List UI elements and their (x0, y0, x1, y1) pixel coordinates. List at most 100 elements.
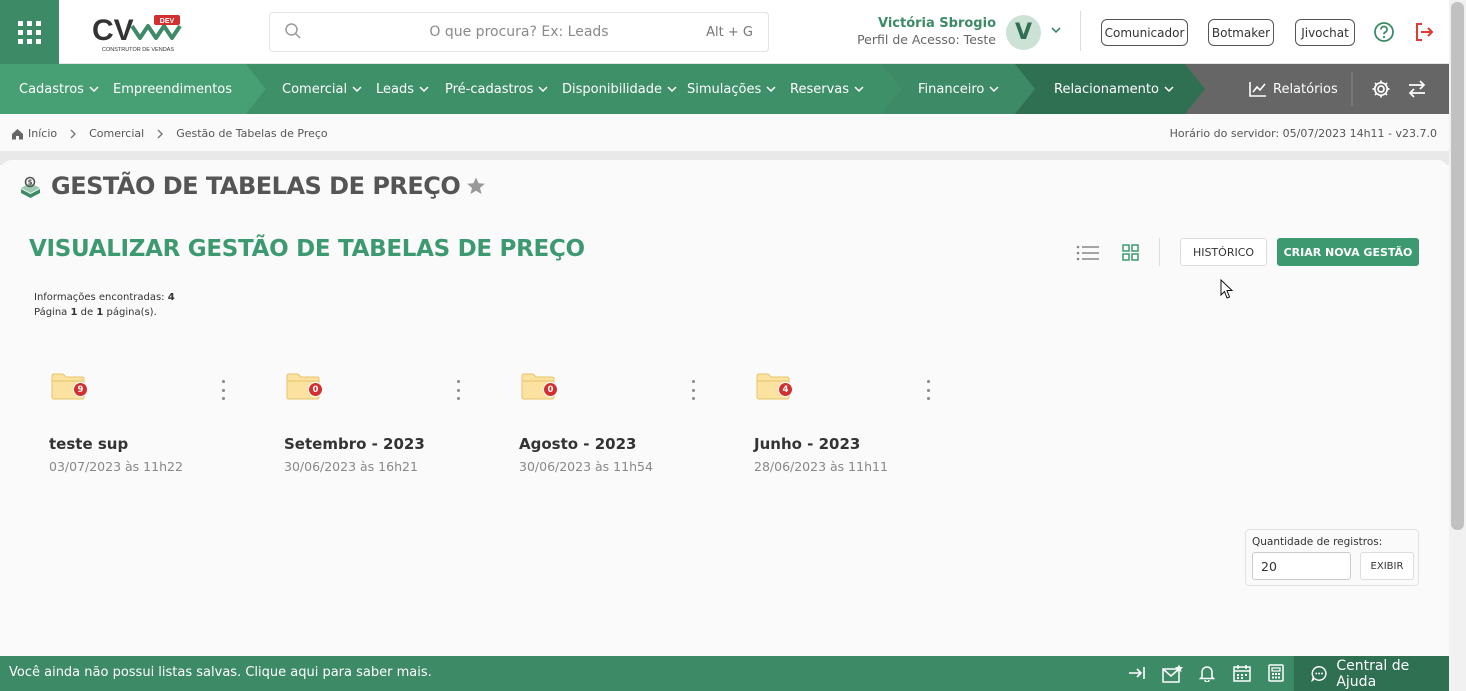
records-input[interactable]: 20 (1252, 552, 1351, 580)
folder-card[interactable]: 9 teste sup 03/07/2023 às 11h22 (49, 368, 249, 483)
page-scrollbar[interactable] (1449, 0, 1466, 691)
chevron-down-icon[interactable] (1050, 26, 1062, 34)
nav-label: Cadastros (19, 81, 84, 97)
chart-line-icon (1249, 82, 1266, 97)
records-per-page: Quantidade de registros: 20 EXIBIR (1245, 529, 1419, 586)
folder-count-badge: 9 (73, 382, 88, 397)
folder-date: 03/07/2023 às 11h22 (49, 459, 183, 474)
grid-view-icon[interactable] (1122, 244, 1139, 261)
help-icon[interactable] (1373, 21, 1395, 43)
logout-icon[interactable] (1413, 21, 1435, 43)
nav-leads[interactable]: Leads (376, 64, 429, 114)
nav-financeiro[interactable]: Financeiro (918, 64, 999, 114)
mail-star-icon[interactable] (1162, 664, 1184, 684)
folder-card[interactable]: 0 Setembro - 2023 30/06/2023 às 16h21 (284, 368, 484, 483)
top-header: CV DEV CONSTRUTOR DE VENDAS O que procur… (0, 0, 1466, 64)
folder-name: Junho - 2023 (754, 435, 861, 453)
collapse-icon[interactable] (1128, 664, 1146, 682)
chevron-down-icon (538, 86, 548, 92)
user-info[interactable]: Victória Sbrogio Perfil de Acesso: Teste (857, 16, 996, 47)
create-new-button[interactable]: CRIAR NOVA GESTÃO (1277, 238, 1419, 266)
search-placeholder: O que procura? Ex: Leads (429, 24, 609, 40)
history-button[interactable]: HISTÓRICO (1180, 238, 1267, 266)
cv-logo[interactable]: CV DEV CONSTRUTOR DE VENDAS (92, 12, 184, 54)
records-label: Quantidade de registros: (1252, 536, 1383, 548)
nav-reservas[interactable]: Reservas (790, 64, 864, 114)
scrollbar-thumb[interactable] (1451, 2, 1464, 530)
nav-relacionamento[interactable]: Relacionamento (1054, 64, 1174, 114)
svg-text:DEV: DEV (160, 18, 175, 25)
chevron-down-icon (352, 86, 362, 92)
breadcrumb: Início Comercial Gestão de Tabelas de Pr… (11, 127, 328, 140)
nav-comercial[interactable]: Comercial (282, 64, 362, 114)
bell-icon[interactable] (1199, 664, 1215, 682)
nav-label: Empreendimentos (113, 81, 233, 97)
nav-relatorios[interactable]: Relatórios (1249, 64, 1338, 114)
comunicador-button[interactable]: Comunicador (1101, 19, 1188, 46)
nav-label: Comercial (282, 81, 348, 97)
folder-name: Setembro - 2023 (284, 435, 425, 453)
svg-text:CONSTRUTOR DE VENDAS: CONSTRUTOR DE VENDAS (102, 47, 174, 53)
folder-name: Agosto - 2023 (519, 435, 637, 453)
toolbar-divider (1159, 238, 1160, 266)
chevron-down-icon (89, 86, 99, 92)
folder-count-badge: 0 (308, 382, 323, 397)
calculator-icon[interactable] (1268, 664, 1284, 682)
apps-menu-button[interactable] (0, 0, 59, 64)
search-shortcut: Alt + G (706, 24, 753, 40)
folder-card[interactable]: 0 Agosto - 2023 30/06/2023 às 11h54 (519, 368, 719, 483)
mouse-cursor-icon (1220, 279, 1234, 299)
chevron-down-icon (854, 86, 864, 92)
breadcrumb-inicio[interactable]: Início (28, 127, 57, 140)
section-title: VISUALIZAR GESTÃO DE TABELAS DE PREÇO (29, 236, 585, 262)
main-navigation: Cadastros Empreendimentos Comercial Lead… (0, 64, 1449, 114)
info-found-label: Informações encontradas: (34, 292, 165, 303)
chevron-down-icon (667, 86, 677, 92)
avatar[interactable]: V (1006, 15, 1041, 50)
folder-count-badge: 0 (543, 382, 558, 397)
page-word: Página (34, 307, 68, 318)
home-icon[interactable] (11, 128, 24, 140)
more-options-icon[interactable] (689, 380, 697, 400)
nav-label: Pré-cadastros (445, 81, 534, 97)
folder-count-badge: 4 (778, 382, 793, 397)
star-icon[interactable] (466, 176, 486, 196)
folder-date: 28/06/2023 às 11h11 (754, 459, 888, 474)
chevron-down-icon (419, 86, 429, 92)
exibir-button[interactable]: EXIBIR (1360, 552, 1414, 580)
breadcrumb-current: Gestão de Tabelas de Preço (176, 127, 328, 140)
more-options-icon[interactable] (454, 380, 462, 400)
nav-simulacoes[interactable]: Simulações (687, 64, 776, 114)
nav-pre-cadastros[interactable]: Pré-cadastros (445, 64, 548, 114)
nav-label: Leads (376, 81, 415, 97)
more-options-icon[interactable] (219, 380, 227, 400)
chevron-down-icon (1164, 86, 1174, 92)
jivochat-button[interactable]: Jivochat (1295, 19, 1355, 46)
saved-lists-message[interactable]: Você ainda não possui listas salvas. Cli… (9, 665, 432, 680)
page-current: 1 (70, 307, 78, 318)
botmaker-button[interactable]: Botmaker (1208, 19, 1274, 46)
help-center-label: Central de Ajuda (1336, 657, 1410, 690)
nav-disponibilidade[interactable]: Disponibilidade (562, 64, 677, 114)
page-suffix: página(s). (106, 307, 157, 318)
more-options-icon[interactable] (924, 380, 932, 400)
page-total: 1 (96, 307, 104, 318)
list-view-icon[interactable] (1076, 244, 1100, 262)
chevron-right-icon (157, 129, 164, 138)
folder-card[interactable]: 4 Junho - 2023 28/06/2023 às 11h11 (754, 368, 954, 483)
calendar-icon[interactable] (1233, 664, 1251, 682)
help-center-button[interactable]: Central de Ajuda (1294, 656, 1449, 691)
breadcrumb-comercial[interactable]: Comercial (89, 127, 144, 140)
nav-label: Financeiro (918, 81, 985, 97)
gear-icon[interactable] (1371, 79, 1391, 99)
nav-label: Simulações (687, 81, 762, 97)
chat-support-icon (1311, 666, 1327, 682)
server-time: Horário do servidor: 05/07/2023 14h11 - … (1169, 127, 1437, 140)
nav-cadastros[interactable]: Cadastros (19, 64, 99, 114)
folder-name: teste sup (49, 435, 129, 453)
page-title-row: $ GESTÃO DE TABELAS DE PREÇO (19, 172, 486, 200)
nav-empreendimentos[interactable]: Empreendimentos (113, 64, 232, 114)
svg-text:$: $ (28, 178, 33, 186)
global-search[interactable]: O que procura? Ex: Leads Alt + G (269, 12, 769, 52)
swap-icon[interactable] (1407, 79, 1427, 99)
